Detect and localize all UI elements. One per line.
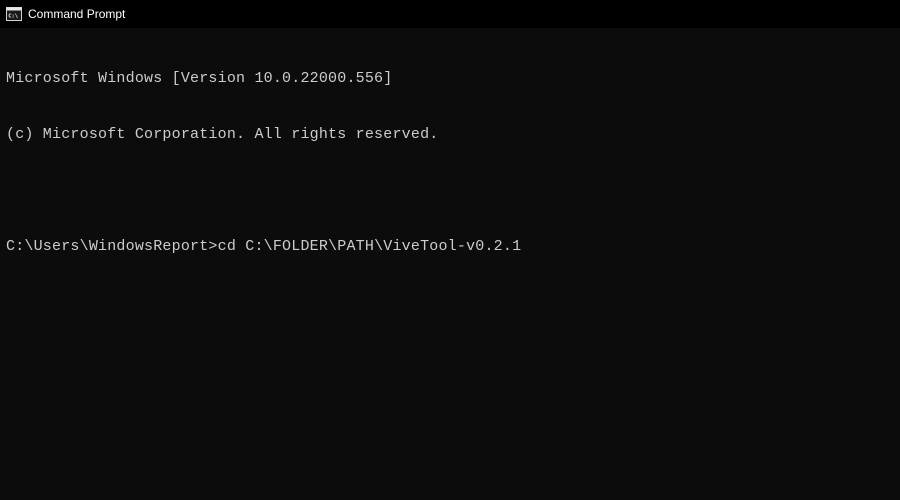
window-titlebar[interactable]: C:\ Command Prompt [0, 0, 900, 28]
cmd-icon: C:\ [6, 6, 22, 22]
window-title: Command Prompt [28, 7, 125, 21]
output-line [6, 182, 894, 201]
prompt-path: C:\Users\WindowsReport> [6, 238, 218, 257]
svg-text:C:\: C:\ [8, 14, 19, 20]
output-line: (c) Microsoft Corporation. All rights re… [6, 126, 894, 145]
output-line: Microsoft Windows [Version 10.0.22000.55… [6, 70, 894, 89]
prompt-line: C:\Users\WindowsReport>cd C:\FOLDER\PATH… [6, 238, 894, 257]
command-input[interactable]: cd C:\FOLDER\PATH\ViveTool-v0.2.1 [218, 238, 522, 257]
terminal-output[interactable]: Microsoft Windows [Version 10.0.22000.55… [0, 28, 900, 280]
